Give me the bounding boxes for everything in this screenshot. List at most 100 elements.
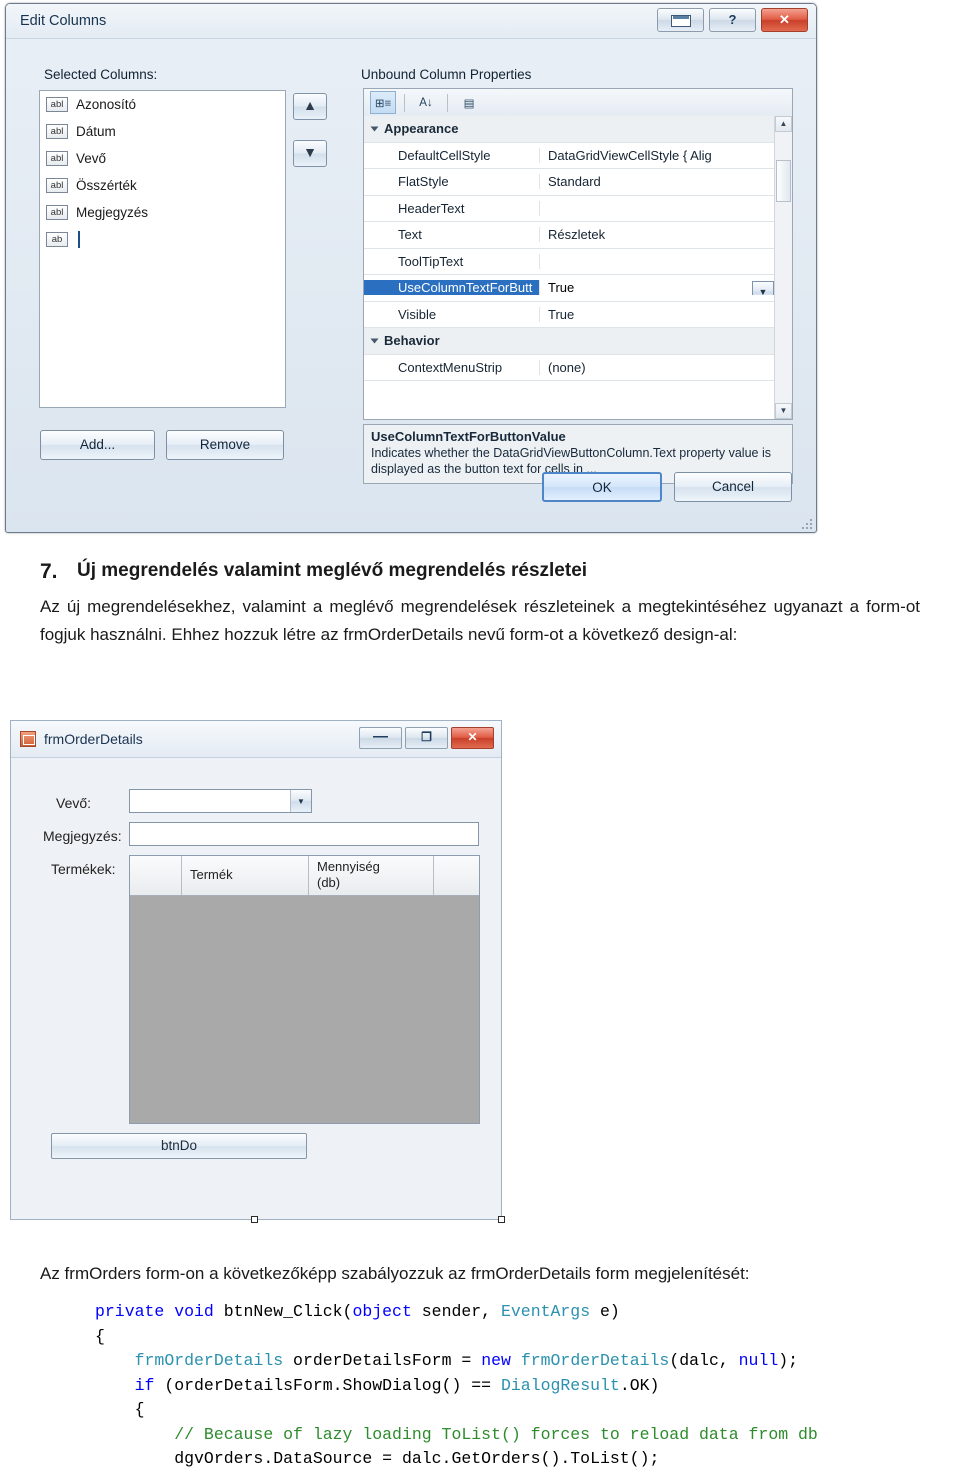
- close-button[interactable]: ✕: [451, 727, 494, 749]
- page-title: Új megrendelés valamint meglévő megrende…: [77, 560, 588, 581]
- property-grid-rows: Appearance DefaultCellStyle DataGridView…: [364, 116, 775, 419]
- ok-button[interactable]: OK: [542, 472, 662, 502]
- minimize-button[interactable]: —: [359, 727, 402, 749]
- paragraph-2: Az frmOrders form-on a következőképp sza…: [40, 1264, 750, 1283]
- resize-grip[interactable]: [800, 517, 812, 529]
- property-value[interactable]: True ▼: [540, 280, 775, 296]
- property-category-appearance[interactable]: Appearance: [364, 116, 775, 143]
- list-item-label: Megjegyzés: [76, 205, 149, 220]
- form-titlebar: frmOrderDetails — ❐ ✕: [11, 721, 501, 758]
- scrollbar-thumb[interactable]: [776, 160, 791, 202]
- move-up-button[interactable]: ▲: [293, 93, 327, 120]
- property-value-text: True: [548, 280, 575, 296]
- datagrid-header-cell-product: Termék: [182, 856, 309, 895]
- property-value[interactable]: True: [540, 307, 775, 322]
- property-name: ToolTipText: [364, 253, 540, 269]
- categorized-view-icon[interactable]: ⊞≡: [370, 91, 396, 114]
- expand-triangle-icon: [370, 338, 379, 344]
- chevron-down-icon[interactable]: ▼: [752, 281, 774, 296]
- property-row-selected[interactable]: UseColumnTextForButt True ▼: [364, 275, 775, 302]
- list-item[interactable]: abl Összérték: [40, 172, 285, 199]
- list-item-label: Vevő: [76, 151, 107, 166]
- close-button[interactable]: ✕: [761, 8, 808, 32]
- quantity-header-line1: Mennyiség: [317, 859, 380, 874]
- text-cursor: [78, 231, 80, 248]
- edit-columns-dialog: Edit Columns ? ✕ Selected Columns: Unbou…: [5, 3, 817, 533]
- list-item[interactable]: abl Megjegyzés: [40, 199, 285, 226]
- property-name: UseColumnTextForButt: [364, 280, 540, 296]
- property-row[interactable]: Visible True: [364, 302, 775, 328]
- customer-combobox[interactable]: ▼: [129, 789, 312, 813]
- list-item-editing[interactable]: ab: [40, 226, 285, 253]
- note-label: Megjegyzés:: [43, 828, 122, 844]
- selection-handle[interactable]: [498, 1216, 505, 1223]
- list-item[interactable]: abl Dátum: [40, 118, 285, 145]
- property-row[interactable]: DefaultCellStyle DataGridViewCellStyle {…: [364, 143, 775, 169]
- datagrid-header-cell-quantity: Mennyiség (db): [309, 856, 434, 895]
- help-button[interactable]: ?: [709, 8, 756, 32]
- property-name: DefaultCellStyle: [364, 147, 540, 163]
- products-label: Termékek:: [51, 861, 116, 877]
- properties-page-icon[interactable]: ▤: [456, 91, 482, 114]
- property-grid-toolbar: ⊞≡ A↓ ▤: [364, 89, 792, 117]
- property-grid: ⊞≡ A↓ ▤ Appearance DefaultCellStyle Data…: [363, 88, 793, 420]
- list-item[interactable]: abl Vevő: [40, 145, 285, 172]
- question-mark-icon: ?: [728, 12, 737, 27]
- list-item[interactable]: abl Azonosító: [40, 91, 285, 118]
- restore-button[interactable]: [657, 8, 704, 32]
- minimize-icon: —: [373, 728, 388, 745]
- form-icon: [20, 731, 36, 747]
- property-row[interactable]: HeaderText: [364, 196, 775, 222]
- list-item-label: Összérték: [76, 178, 137, 193]
- category-label: Appearance: [384, 121, 459, 137]
- arrow-down-icon: ▼: [303, 144, 317, 160]
- abl-icon: abl: [46, 124, 68, 139]
- close-icon: ✕: [779, 12, 790, 27]
- maximize-icon: ❐: [421, 730, 432, 744]
- section-number: 7.: [40, 560, 58, 583]
- remove-button[interactable]: Remove: [166, 430, 284, 460]
- property-name: ContextMenuStrip: [364, 359, 540, 375]
- quantity-header-line2: (db): [317, 875, 341, 890]
- property-name: Visible: [364, 306, 540, 322]
- toolbar-separator: [404, 93, 405, 112]
- products-datagrid[interactable]: Termék Mennyiség (db): [129, 855, 480, 1124]
- property-name: HeaderText: [364, 200, 540, 216]
- note-input[interactable]: [129, 822, 479, 846]
- move-down-button[interactable]: ▼: [293, 140, 327, 167]
- property-value[interactable]: Standard: [540, 174, 775, 189]
- property-row[interactable]: Text Részletek: [364, 222, 775, 249]
- property-value[interactable]: Részletek: [540, 227, 775, 242]
- datagrid-header-row: Termék Mennyiség (db): [130, 856, 479, 896]
- property-grid-scrollbar[interactable]: ▲ ▼: [774, 116, 792, 419]
- toolbar-separator: [447, 93, 448, 112]
- chevron-down-icon[interactable]: ▼: [290, 790, 311, 812]
- property-name: Text: [364, 227, 540, 243]
- abl-icon: abl: [46, 205, 68, 220]
- add-button[interactable]: Add...: [40, 430, 155, 460]
- property-row[interactable]: ContextMenuStrip (none): [364, 355, 775, 381]
- abl-icon: abl: [46, 178, 68, 193]
- cancel-button[interactable]: Cancel: [674, 472, 792, 502]
- selection-handle[interactable]: [251, 1216, 258, 1223]
- maximize-button[interactable]: ❐: [405, 727, 448, 749]
- property-row[interactable]: ToolTipText: [364, 249, 775, 275]
- do-button[interactable]: btnDo: [51, 1133, 307, 1159]
- code-block: private void btnNew_Click(object sender,…: [95, 1302, 818, 1468]
- ab-icon: ab: [46, 232, 68, 247]
- abl-icon: abl: [46, 151, 68, 166]
- abl-icon: abl: [46, 97, 68, 112]
- dialog-titlebar: Edit Columns ? ✕: [6, 4, 816, 39]
- scroll-down-button[interactable]: ▼: [775, 403, 792, 419]
- selected-columns-list[interactable]: abl Azonosító abl Dátum abl Vevő abl Öss…: [39, 90, 286, 408]
- paragraph-1: Az új megrendelésekhez, valamint a meglé…: [40, 597, 920, 644]
- scroll-up-button[interactable]: ▲: [775, 116, 792, 132]
- datagrid-header-cell-0: [130, 856, 182, 895]
- property-value[interactable]: DataGridViewCellStyle { Alig: [540, 148, 775, 163]
- sort-alphabetical-icon[interactable]: A↓: [413, 91, 439, 114]
- property-row[interactable]: FlatStyle Standard: [364, 169, 775, 196]
- property-category-behavior[interactable]: Behavior: [364, 328, 775, 355]
- property-value[interactable]: (none): [540, 360, 775, 375]
- form-designer-mock: frmOrderDetails — ❐ ✕ Vevő: ▼ Megjegyzés…: [10, 720, 505, 1223]
- list-item-label: Dátum: [76, 124, 116, 139]
